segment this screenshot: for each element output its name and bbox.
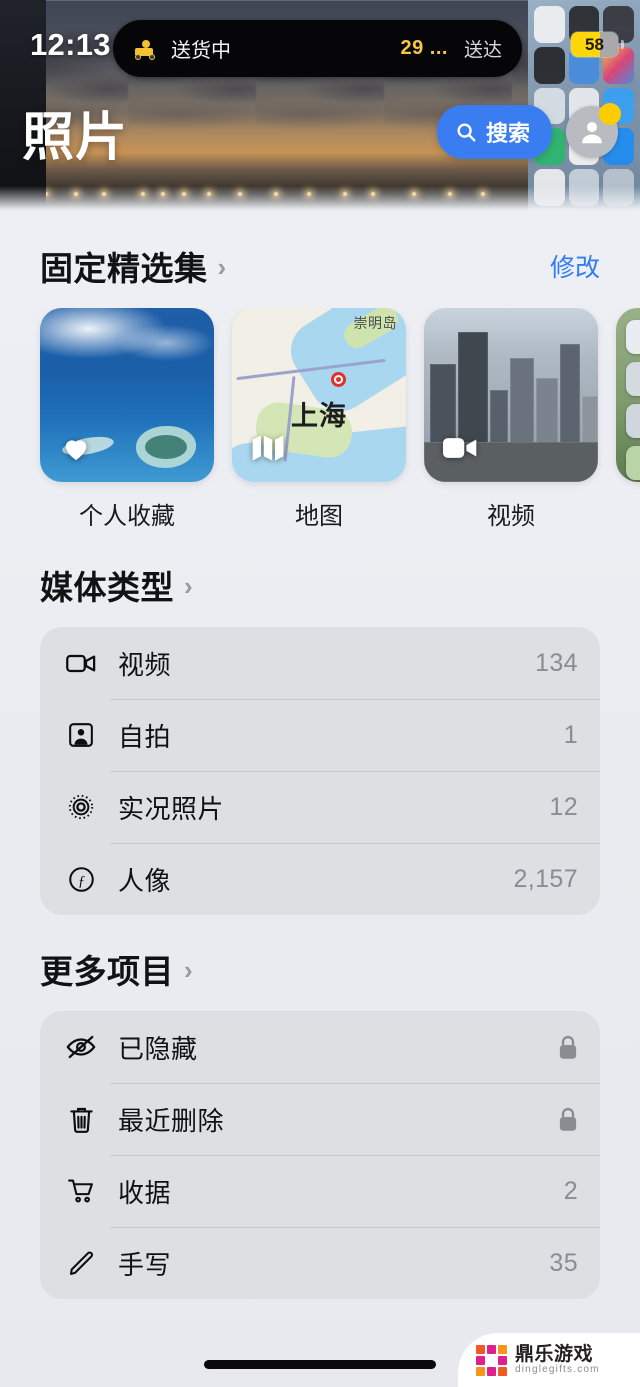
battery-nub-icon [621,40,624,49]
phone-screen: 12:13 送货中 29 ... 送达 58 照片 搜索 固定精选集 › 修改 … [0,0,640,1387]
lock-icon [558,1107,578,1132]
pencil-icon [60,1250,102,1277]
pinned-item-favorites[interactable]: 个人收藏 [40,308,214,531]
pinned-thumbnail[interactable] [616,308,640,482]
portrait-f-icon: ƒ [60,866,102,893]
list-item-selfies[interactable]: 自拍 1 [40,699,600,771]
chevron-right-icon: › [217,251,227,282]
section-header-more-items[interactable]: 更多项目 › [0,945,640,993]
trash-icon [60,1106,102,1133]
map-city-label: 上海 [291,401,347,431]
pinned-thumbnail[interactable] [40,308,214,482]
list-item-label: 人像 [118,865,172,896]
pinned-item-videos[interactable]: 视频 [424,308,598,531]
avatar[interactable] [566,103,621,158]
search-icon [455,121,477,143]
list-item-label: 实况照片 [118,793,225,824]
list-item-receipts[interactable]: 收据 2 [40,1155,600,1227]
dynamic-island-live-activity[interactable]: 送货中 29 ... 送达 [113,20,522,77]
more-items-list: 已隐藏 最近删除 收据 2 手写 35 [40,1011,600,1299]
list-item-count: 2 [563,1176,578,1205]
pinned-item-map[interactable]: 崇明岛 上海 地图 [232,308,406,531]
selfie-portrait-icon [60,722,102,748]
list-item-hidden[interactable]: 已隐藏 [40,1011,600,1083]
list-item-portrait[interactable]: ƒ 人像 2,157 [40,843,600,915]
navbar-actions: 搜索 [436,103,621,159]
watermark-title: 鼎乐游戏 [515,1343,594,1365]
video-camera-icon [441,431,479,465]
heart-icon [57,431,95,465]
app-grid-photo [616,308,640,482]
list-item-label: 已隐藏 [118,1033,198,1064]
section-title: 固定精选集 [40,250,208,287]
watermark: 鼎乐游戏 dinglegifts.com [458,1333,640,1387]
pinned-item-label: 视频 [487,503,535,530]
video-camera-icon [60,653,102,674]
delivery-scooter-icon [133,38,161,60]
list-item-recently-deleted[interactable]: 最近删除 [40,1083,600,1155]
list-item-live-photos[interactable]: 实况照片 12 [40,771,600,843]
list-item-count: 35 [549,1248,578,1277]
map-icon [249,431,287,465]
list-item-label: 最近删除 [118,1105,225,1136]
svg-text:ƒ: ƒ [77,873,84,889]
section-title: 媒体类型 [40,569,174,606]
watermark-subtitle: dinglegifts.com [515,1363,600,1375]
island-action-label: 送达 [463,40,502,61]
map-island-label: 崇明岛 [353,315,397,331]
search-button[interactable]: 搜索 [436,105,552,159]
home-indicator[interactable] [204,1360,436,1369]
watermark-logo-icon [476,1344,507,1376]
list-item-count: 12 [549,792,578,821]
list-item-label: 收据 [118,1177,172,1208]
island-right-group: 29 ... 送达 [401,35,503,62]
map-pin-icon [331,372,346,387]
page-title: 照片 [22,108,129,167]
section-header-media-types[interactable]: 媒体类型 › [0,561,640,609]
search-button-label: 搜索 [485,121,530,146]
list-item-label: 视频 [118,649,172,680]
avatar-badge-icon [599,103,621,125]
status-battery: 58 [571,32,618,57]
island-eta: 29 ... [400,37,448,59]
cart-icon [60,1178,102,1204]
battery-percent: 58 [585,34,604,54]
pinned-thumbnail[interactable] [424,308,598,482]
list-item-count: 1 [563,720,578,749]
list-item-handwriting[interactable]: 手写 35 [40,1227,600,1299]
pinned-thumbnail[interactable]: 崇明岛 上海 [232,308,406,482]
status-clock: 12:13 [30,27,111,62]
media-types-list: 视频 134 自拍 1 实况照片 12 ƒ 人像 2,157 [40,627,600,915]
list-item-videos[interactable]: 视频 134 [40,627,600,699]
live-photo-icon [60,793,102,821]
edit-button[interactable]: 修改 [550,248,600,284]
list-item-label: 自拍 [118,721,172,752]
list-item-label: 手写 [118,1249,172,1280]
section-title: 更多项目 [40,953,174,990]
lock-icon [558,1035,578,1060]
list-item-count: 134 [535,648,578,677]
pinned-item-partial[interactable] [616,308,640,531]
status-bar: 12:13 送货中 29 ... 送达 58 [0,0,640,78]
watermark-text: 鼎乐游戏 dinglegifts.com [515,1343,600,1375]
chevron-right-icon: › [184,570,193,601]
list-item-count: 2,157 [513,864,578,893]
chevron-right-icon: › [184,954,193,985]
island-title: 送货中 [171,40,231,62]
navbar: 照片 搜索 [0,96,640,168]
section-header-pinned-collections[interactable]: 固定精选集 › 修改 [0,242,640,290]
eye-slash-icon [60,1035,102,1059]
pinned-item-label: 个人收藏 [79,503,175,530]
island-left-group: 送货中 [133,34,231,63]
scroll-content[interactable]: 固定精选集 › 修改 个人收藏 崇明岛 上海 地图 视频 媒体类型 › 视频 1… [0,212,640,1299]
pinned-collections-carousel[interactable]: 个人收藏 崇明岛 上海 地图 视频 [0,308,640,531]
pinned-item-label: 地图 [295,503,343,530]
hero-fade [0,186,640,212]
